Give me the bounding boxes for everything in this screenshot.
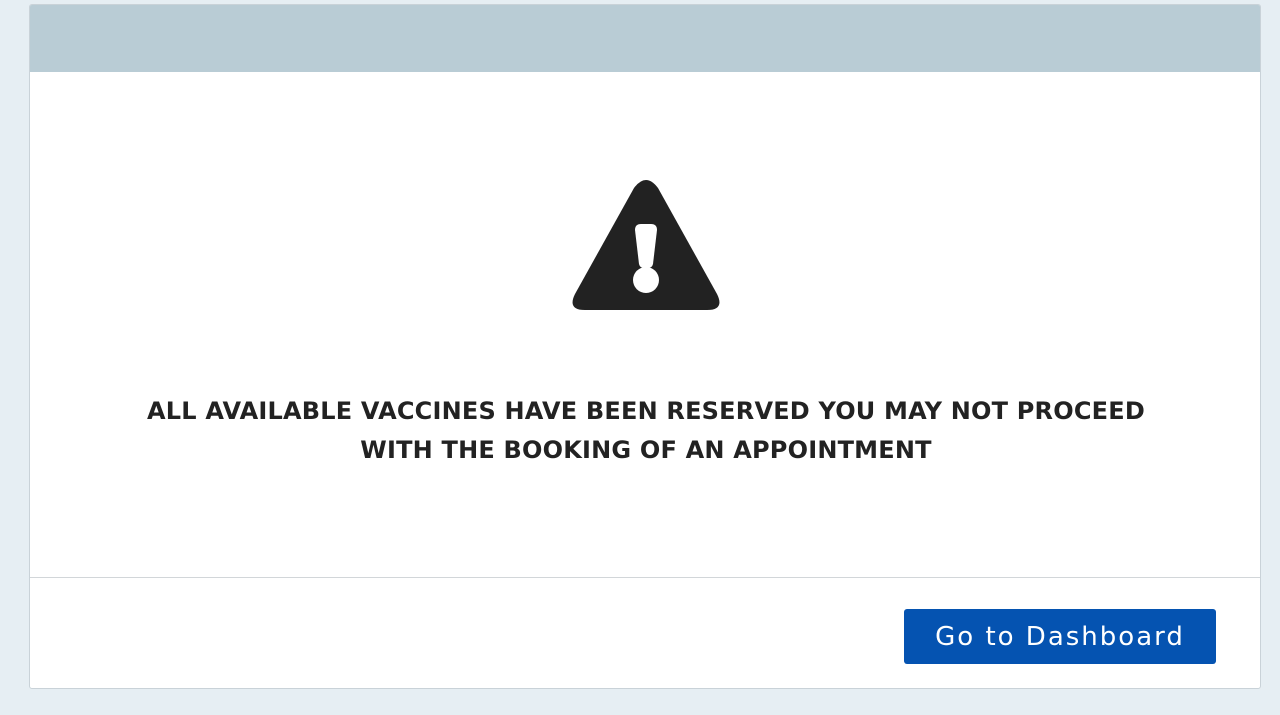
modal-footer: Go to Dashboard	[30, 577, 1260, 688]
message-line-1: ALL AVAILABLE VACCINES HAVE BEEN RESERVE…	[147, 397, 1145, 425]
modal-body: ALL AVAILABLE VACCINES HAVE BEEN RESERVE…	[30, 72, 1260, 577]
vaccine-unavailable-modal: ALL AVAILABLE VACCINES HAVE BEEN RESERVE…	[29, 4, 1261, 689]
reservation-error-message: ALL AVAILABLE VACCINES HAVE BEEN RESERVE…	[130, 392, 1162, 470]
modal-header	[30, 5, 1260, 72]
message-line-2: WITH THE BOOKING OF AN APPOINTMENT	[360, 436, 932, 464]
go-to-dashboard-button[interactable]: Go to Dashboard	[904, 609, 1216, 664]
warning-triangle-icon	[572, 180, 720, 310]
